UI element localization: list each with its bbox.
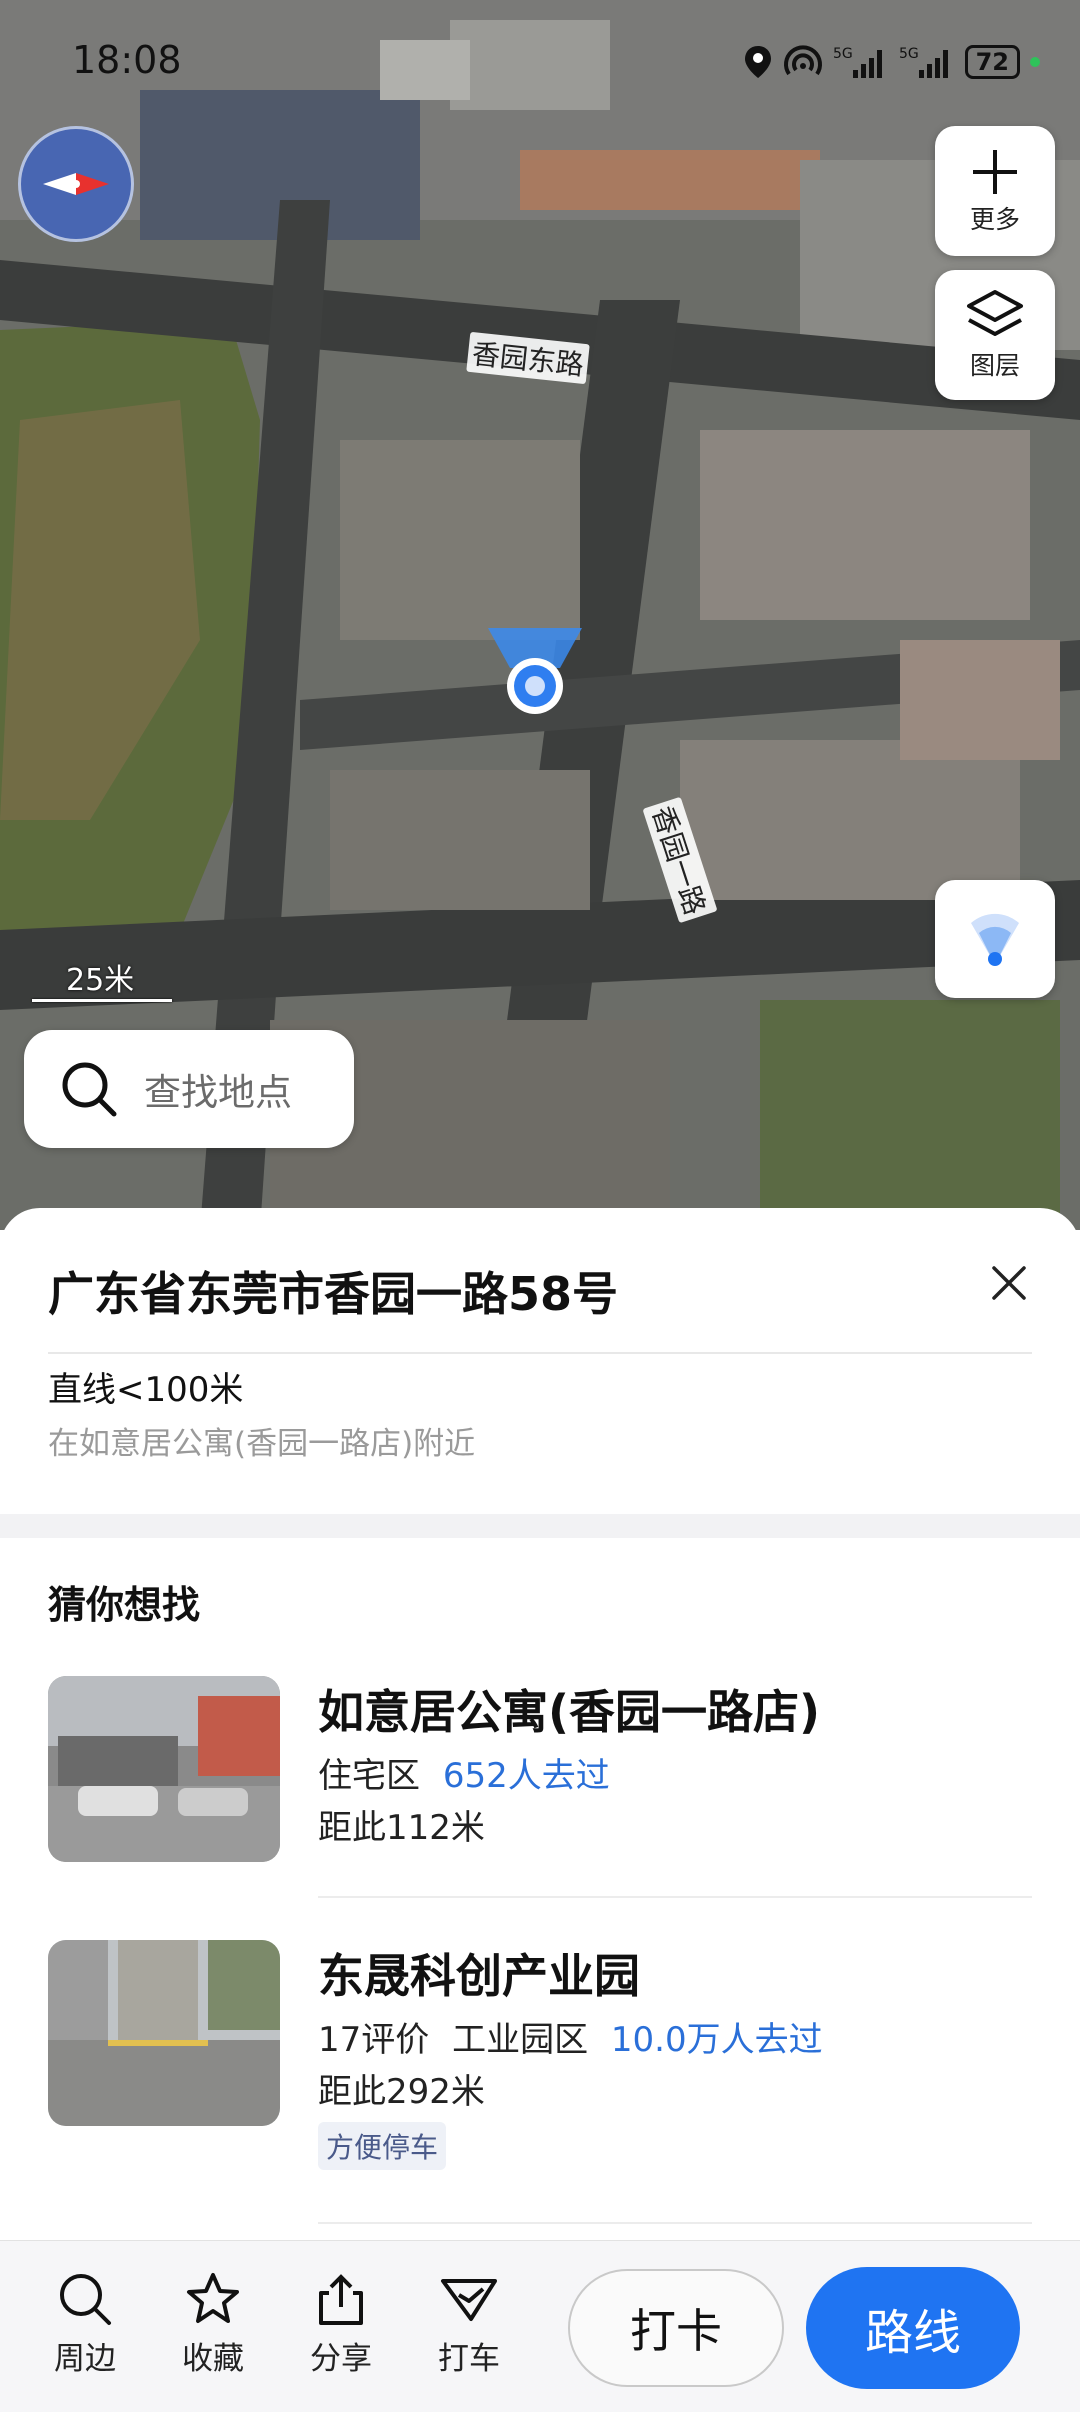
nearby-description: 在如意居公寓(香园一路店)附近 [48,1426,476,1462]
taxi-label: 打车 [438,2341,500,2377]
signal-5g-icon-2: 5G [899,46,948,78]
plus-icon [973,150,1017,194]
locate-me-button[interactable] [935,880,1055,998]
nearby-tab[interactable]: 周边 [40,2271,130,2378]
route-button[interactable]: 路线 [806,2267,1020,2389]
share-label: 分享 [310,2341,372,2377]
suggestion-reviews: 17评价 [318,2020,430,2060]
status-icons: 5G 5G 72 [743,44,1040,80]
locate-icon [971,913,1019,966]
divider [318,1896,1032,1898]
favorite-tab[interactable]: 收藏 [168,2271,258,2378]
suggestion-tag: 方便停车 [318,2122,447,2170]
suggestion-distance: 距此112米 [318,1808,485,1848]
suggestion-meta: 17评价 工业园区 10.0万人去过 [318,2012,823,2061]
svg-text:5G: 5G [899,46,919,62]
suggestions-heading: 猜你想找 [48,1583,201,1627]
layers-button[interactable]: 图层 [935,270,1055,400]
search-icon [60,2274,111,2325]
satellite-map[interactable]: 18:08 5G 5G 72 更多 图层 香园东路 香园一路 25米 查找地点 [0,0,1080,1230]
suggestion-distance: 距此292米 [318,2072,485,2112]
close-icon[interactable] [984,1258,1034,1308]
place-thumbnail [48,1676,280,1862]
suggestion-title: 东晟科创产业园 [318,1949,640,2003]
search-icon [62,1062,117,1117]
more-label: 更多 [969,205,1020,234]
taxi-icon [441,2279,497,2321]
search-placeholder: 查找地点 [144,1071,292,1114]
share-tab[interactable]: 分享 [296,2271,386,2378]
section-divider [0,1514,1080,1538]
compass-icon[interactable] [18,126,134,242]
battery-indicator: 72 [964,45,1020,79]
map-scale: 25米 [32,955,172,1005]
privacy-dot [1030,57,1040,67]
divider [318,2222,1032,2224]
place-thumbnail [48,1940,280,2126]
layers-icon [967,290,1023,336]
current-location-marker [488,628,582,714]
place-address: 广东省东莞市香园一路58号 [48,1267,619,1321]
suggestion-visits: 10.0万人去过 [610,2020,823,2060]
straight-distance: 直线<100米 [48,1370,244,1410]
checkin-button[interactable]: 打卡 [568,2269,784,2387]
suggestion-category: 工业园区 [452,2020,589,2060]
nearby-label: 周边 [54,2341,116,2377]
layers-label: 图层 [969,351,1020,380]
scale-bar [32,999,172,1002]
status-bar: 18:08 5G 5G 72 [72,38,1040,88]
favorite-label: 收藏 [182,2341,244,2377]
place-detail-sheet: 广东省东莞市香园一路58号 直线<100米 在如意居公寓(香园一路店)附近 猜你… [0,1208,1080,2412]
suggestion-meta: 住宅区 652人去过 [318,1748,610,1797]
scale-label: 25米 [66,963,135,998]
hotspot-icon [783,45,822,76]
location-icon [744,46,771,78]
search-box[interactable]: 查找地点 [24,1030,354,1148]
share-icon [319,2274,363,2325]
signal-5g-icon: 5G [833,46,882,78]
bottom-action-bar: 周边 收藏 分享 打车 打卡 路线 [0,2240,1080,2412]
svg-text:5G: 5G [833,46,853,62]
divider [48,1352,1032,1354]
star-icon [187,2273,239,2323]
taxi-tab[interactable]: 打车 [424,2271,514,2378]
more-button[interactable]: 更多 [935,126,1055,256]
suggestion-title: 如意居公寓(香园一路店) [318,1685,821,1739]
suggestion-visits: 652人去过 [442,1756,610,1796]
suggestion-item[interactable]: 如意居公寓(香园一路店) 住宅区 652人去过 距此112米 [48,1676,1032,1876]
suggestion-category: 住宅区 [318,1756,420,1796]
status-time: 18:08 [72,38,182,82]
suggestion-item[interactable]: 东晟科创产业园 17评价 工业园区 10.0万人去过 距此292米 方便停车 [48,1940,1032,2170]
